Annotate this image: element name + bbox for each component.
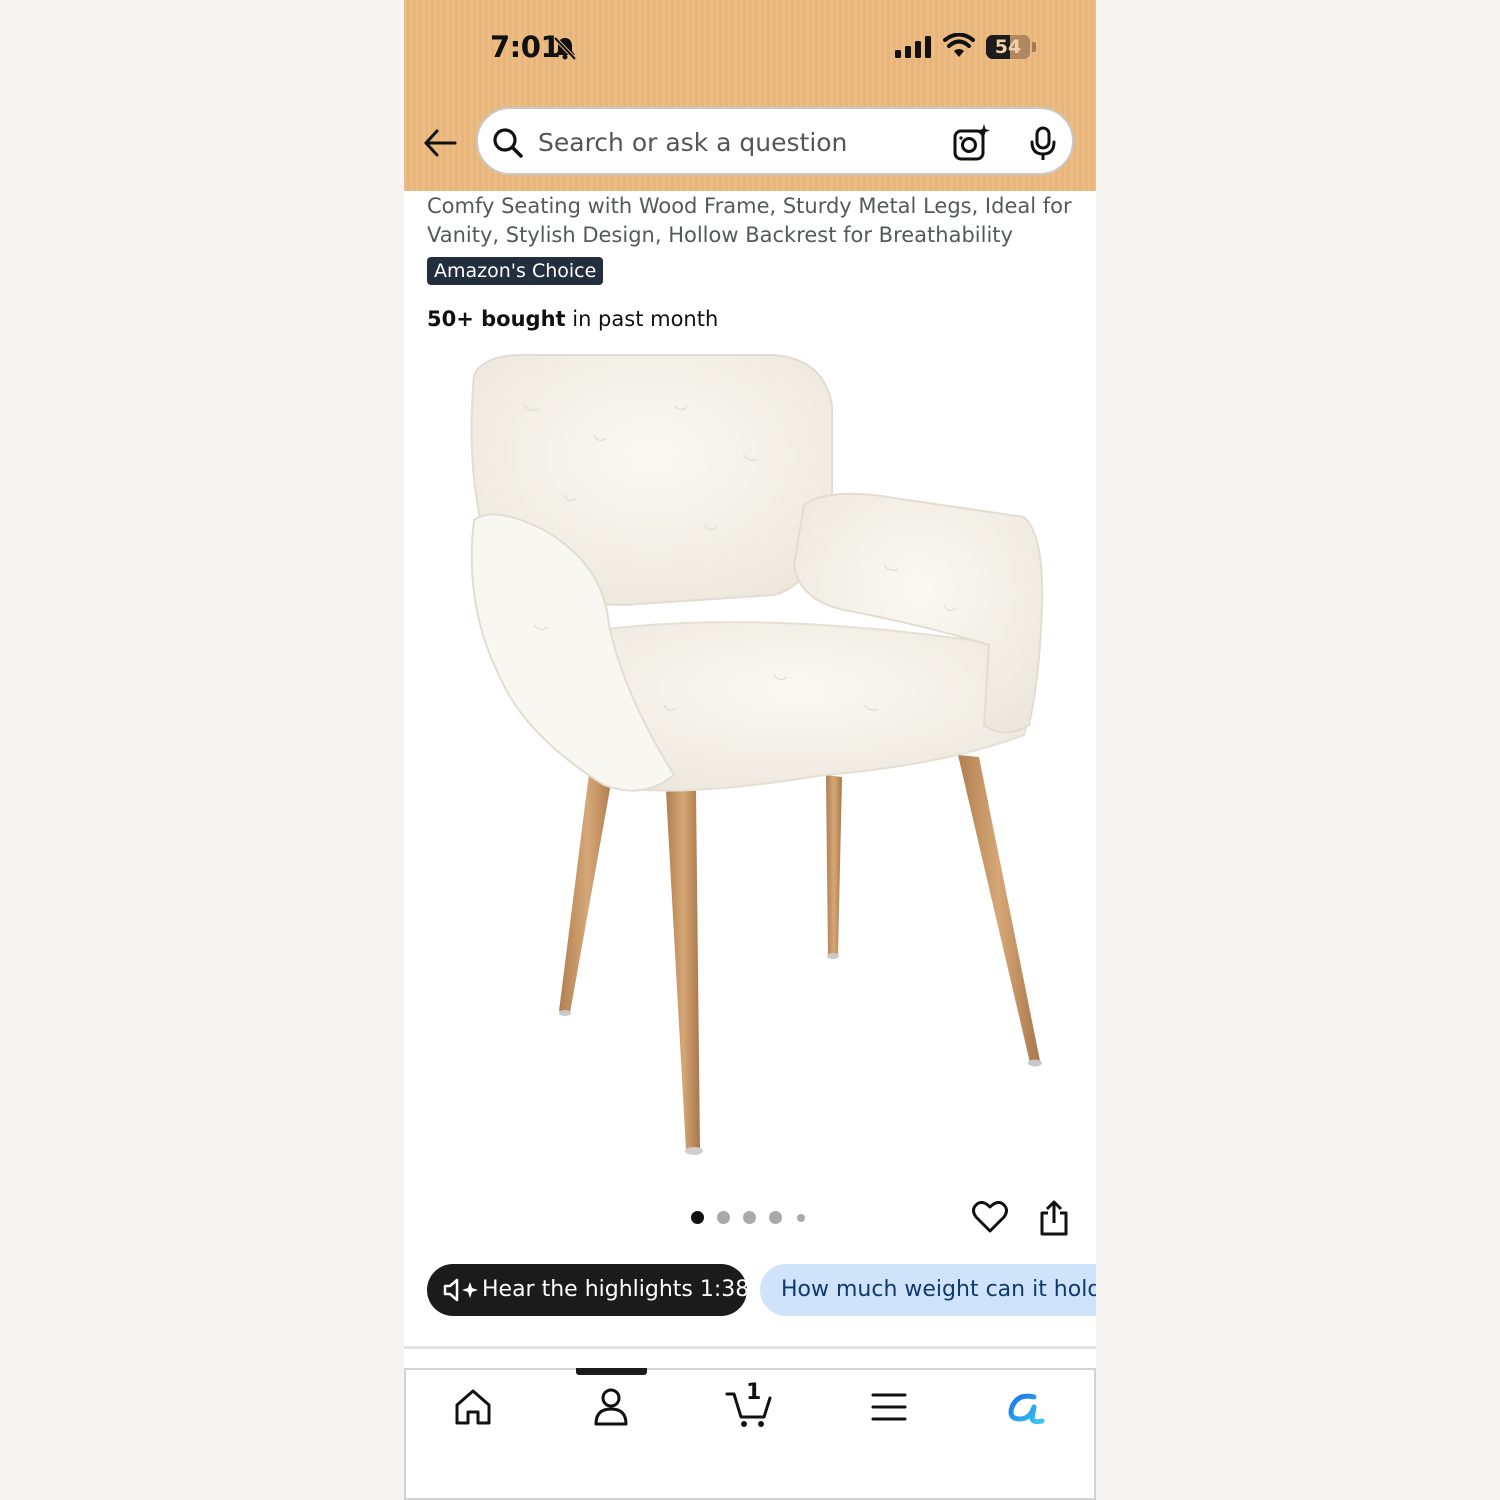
carousel-dot-4[interactable] — [769, 1211, 782, 1224]
rufus-icon[interactable] — [1004, 1385, 1048, 1429]
home-icon[interactable] — [451, 1385, 495, 1429]
silent-bell-icon — [553, 36, 577, 61]
cart-button[interactable]: 1 — [724, 1380, 774, 1430]
bought-count-bold: 50+ bought — [427, 307, 566, 331]
product-image[interactable] — [444, 345, 1064, 1175]
back-arrow-icon[interactable] — [422, 125, 458, 161]
heart-icon[interactable] — [972, 1200, 1008, 1234]
account-icon[interactable] — [589, 1385, 633, 1429]
battery-tip — [1032, 42, 1036, 52]
share-icon[interactable] — [1038, 1199, 1070, 1237]
phone-screen: 7:01 54 Search or ask a question Comfy S… — [404, 0, 1096, 1500]
cart-count: 1 — [746, 1380, 762, 1405]
product-title[interactable]: Comfy Seating with Wood Frame, Sturdy Me… — [427, 192, 1077, 250]
question-chip-label: How much weight can it hold — [781, 1277, 1096, 1302]
menu-icon[interactable] — [867, 1385, 911, 1429]
search-icon — [493, 128, 523, 158]
search-bar[interactable]: Search or ask a question — [476, 107, 1074, 175]
speaker-sparkle-icon — [443, 1278, 478, 1302]
microphone-icon[interactable] — [1028, 126, 1058, 162]
wifi-icon — [943, 33, 975, 57]
carousel-dot-3[interactable] — [743, 1211, 756, 1224]
amazons-choice-badge[interactable]: Amazon's Choice — [427, 257, 604, 285]
battery-percent: 54 — [994, 36, 1022, 58]
hear-highlights-button[interactable]: Hear the highlights 1:38 — [427, 1264, 750, 1316]
search-input[interactable]: Search or ask a question — [538, 128, 847, 158]
active-tab-indicator — [576, 1368, 647, 1375]
carousel-dot-5[interactable] — [797, 1214, 805, 1222]
cellular-signal-icon — [895, 36, 931, 58]
question-chip[interactable]: How much weight can it hold — [760, 1264, 1096, 1316]
hear-highlights-label: Hear the highlights 1:38 — [482, 1277, 750, 1302]
status-time: 7:01 — [490, 30, 561, 64]
carousel-dot-2[interactable] — [717, 1211, 730, 1224]
section-divider — [404, 1346, 1096, 1349]
camera-lens-icon[interactable] — [952, 124, 992, 162]
carousel-dot-1[interactable] — [691, 1211, 704, 1224]
bought-count: 50+ bought in past month — [427, 305, 718, 333]
bought-count-rest: in past month — [565, 307, 719, 331]
app-header: 7:01 54 Search or ask a question — [404, 0, 1096, 191]
battery-indicator: 54 — [986, 35, 1030, 59]
